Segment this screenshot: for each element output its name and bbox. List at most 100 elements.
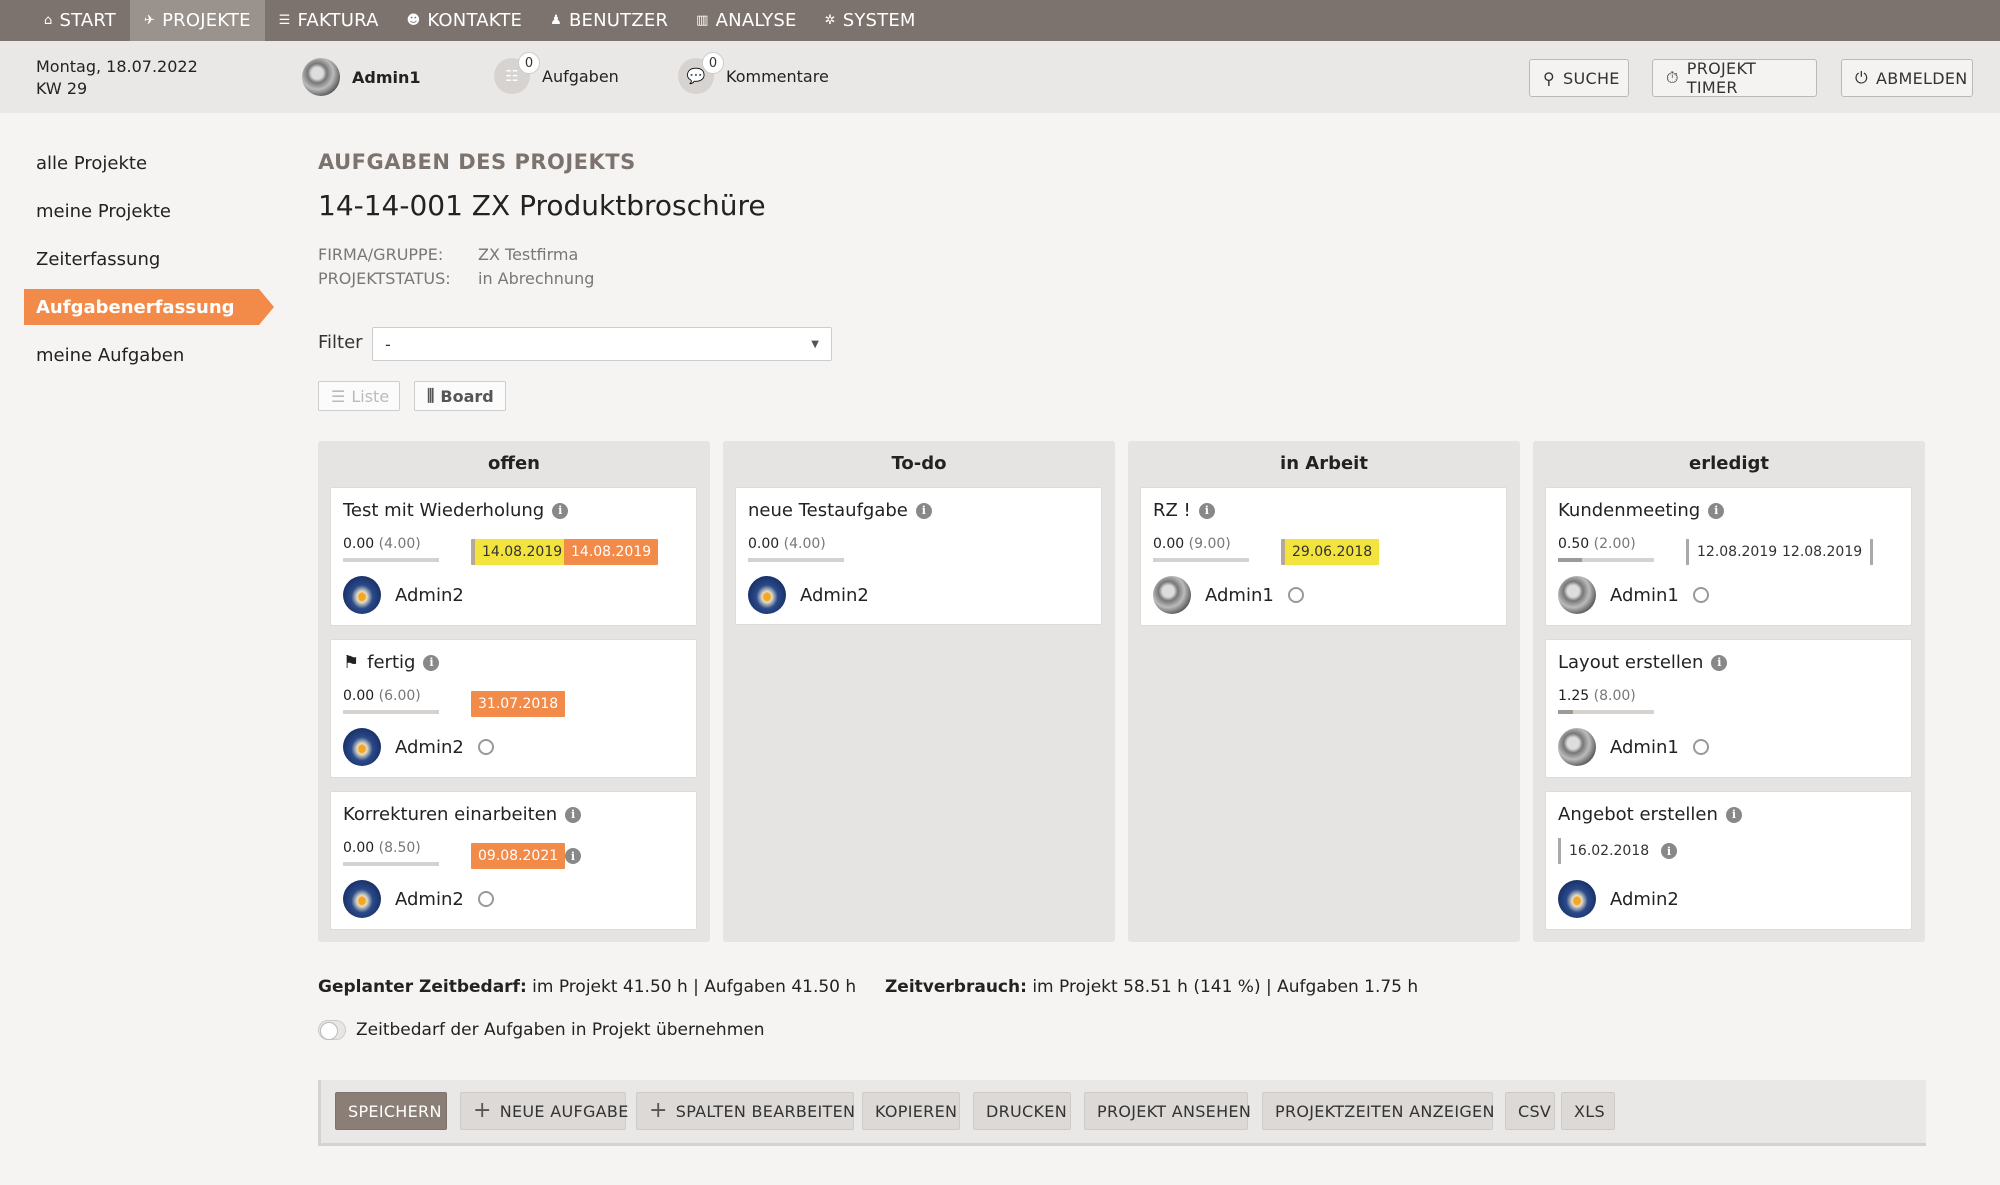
nav-item-system[interactable]: ✲ SYSTEM: [811, 0, 930, 41]
info-icon[interactable]: i: [1661, 843, 1677, 859]
task-card[interactable]: Layout erstellen i 1.25 (8.00) Admin1: [1545, 639, 1912, 778]
task-assignee[interactable]: Admin1: [1558, 576, 1709, 614]
current-date: Montag, 18.07.2022: [36, 57, 198, 76]
firma-label: FIRMA/GRUPPE:: [318, 245, 444, 264]
logout-button[interactable]: ⏻ ABMELDEN: [1841, 59, 1973, 97]
task-card[interactable]: Test mit Wiederholung i 0.00 (4.00) 14.08.2…: [330, 487, 697, 626]
nav-item-faktura[interactable]: ☰ FAKTURA: [265, 0, 393, 41]
info-icon[interactable]: i: [1725, 806, 1742, 823]
project-timer-button[interactable]: ⏱ PROJEKT TIMER: [1652, 59, 1817, 97]
progress-bar: [343, 558, 439, 562]
power-icon: ⏻: [1855, 68, 1868, 87]
nav-item-start[interactable]: ⌂ START: [30, 0, 130, 41]
tasks-indicator[interactable]: ☷ 0 Aufgaben: [494, 52, 619, 94]
new-task-button[interactable]: + NEUE AUFGABE: [460, 1092, 628, 1130]
task-assignee[interactable]: Admin2: [343, 880, 494, 918]
sidebar-item-zeiterfassung[interactable]: Zeiterfassung: [36, 249, 160, 270]
save-button[interactable]: SPEICHERN: [335, 1092, 447, 1130]
info-icon[interactable]: i: [565, 848, 581, 864]
hours-used: 0.00: [343, 840, 375, 856]
info-icon[interactable]: i: [423, 654, 440, 671]
date-badge: 16.02.2018: [1558, 838, 1657, 864]
used-text: im Projekt 58.51 h (141 %) | Aufgaben 1.…: [1032, 977, 1419, 997]
task-title-text[interactable]: Angebot erstellen: [1558, 804, 1718, 825]
assignee-name: Admin1: [1610, 584, 1679, 606]
logout-label: ABMELDEN: [1875, 68, 1968, 88]
view-project-button[interactable]: PROJEKT ANSEHEN: [1084, 1092, 1252, 1130]
show-project-times-button[interactable]: PROJEKTZEITEN ANZEIGEN: [1262, 1092, 1494, 1130]
nav-item-kontakte[interactable]: ☻ KONTAKTE: [393, 0, 537, 41]
planned-text: im Projekt 41.50 h | Aufgaben 41.50 h: [532, 977, 857, 997]
task-title-text[interactable]: Test mit Wiederholung: [343, 500, 544, 521]
task-title-text[interactable]: Korrekturen einarbeiten: [343, 804, 557, 825]
view-project-label: PROJEKT ANSEHEN: [1097, 1101, 1252, 1121]
column-title: To-do: [891, 453, 947, 474]
hours-planned: (4.00): [783, 536, 826, 552]
sidebar-item-aufgabenerfassung[interactable]: Aufgabenerfassung: [24, 289, 274, 325]
info-icon[interactable]: i: [1198, 502, 1215, 519]
user-icon: [477, 739, 494, 755]
task-assignee[interactable]: Admin2: [748, 576, 869, 614]
nav-item-analyse[interactable]: ▥ ANALYSE: [682, 0, 810, 41]
avatar: [1558, 880, 1596, 918]
task-title-text[interactable]: fertig: [367, 652, 415, 673]
task-title-text[interactable]: Layout erstellen: [1558, 652, 1703, 673]
task-assignee[interactable]: Admin2: [343, 576, 464, 614]
nav-item-benutzer[interactable]: ♟ BENUTZER: [536, 0, 682, 41]
sidebar-item-meine-projekte[interactable]: meine Projekte: [36, 201, 171, 222]
filter-select[interactable]: - ▼: [372, 327, 832, 361]
search-icon: ⚲: [1543, 68, 1556, 88]
comments-indicator[interactable]: 💬 0 Kommentare: [678, 52, 829, 94]
progress-bar: [1153, 558, 1249, 562]
search-button[interactable]: ⚲ SUCHE: [1529, 59, 1629, 97]
task-assignee[interactable]: Admin2: [343, 728, 494, 766]
task-card[interactable]: RZ ! i 0.00 (9.00) 29.06.2018 Admin1: [1140, 487, 1507, 626]
sub-header: Montag, 18.07.2022 KW 29 Admin1 ☷ 0 Aufga…: [0, 41, 2000, 113]
chart-icon: ▥: [696, 13, 709, 28]
avatar: [1153, 576, 1191, 614]
task-title-text[interactable]: neue Testaufgabe: [748, 500, 908, 521]
gear-icon: ✲: [824, 13, 836, 28]
current-user[interactable]: Admin1: [302, 58, 421, 96]
info-icon[interactable]: i: [1708, 502, 1725, 519]
sidebar-item-meine-aufgaben[interactable]: meine Aufgaben: [36, 345, 184, 366]
tasks-icon: ☷ 0: [494, 52, 540, 94]
progress-bar: [1558, 710, 1654, 714]
board-column: To-do neue Testaufgabe i 0.00 (4.00) Admin2: [723, 441, 1115, 942]
nav-item-projekte[interactable]: ✈ PROJEKTE: [129, 0, 265, 41]
list-view-button[interactable]: ☰ Liste: [318, 381, 400, 411]
task-card[interactable]: neue Testaufgabe i 0.00 (4.00) Admin2: [735, 487, 1102, 625]
xls-button[interactable]: XLS: [1561, 1092, 1615, 1130]
avatar: [1558, 576, 1596, 614]
task-assignee[interactable]: Admin1: [1153, 576, 1304, 614]
plus-icon: +: [649, 1098, 668, 1123]
hours-used: 1.25: [1558, 688, 1590, 704]
adopt-time-toggle[interactable]: [318, 1020, 346, 1040]
due-date-badge: 14.08.2019: [471, 539, 570, 565]
task-card[interactable]: Angebot erstellen i 16.02.2018 i Admin2: [1545, 791, 1912, 930]
task-assignee[interactable]: Admin2: [1558, 880, 1679, 918]
info-icon[interactable]: i: [1711, 654, 1728, 671]
task-title-text[interactable]: Kundenmeeting: [1558, 500, 1700, 521]
info-icon[interactable]: i: [565, 806, 582, 823]
hours-used: 0.00: [1153, 536, 1185, 552]
copy-button[interactable]: KOPIEREN: [862, 1092, 960, 1130]
task-title-text[interactable]: RZ !: [1153, 500, 1191, 521]
comment-icon: 💬 0: [678, 52, 724, 94]
list-view-label: Liste: [351, 386, 390, 406]
sidebar-item-alle-projekte[interactable]: alle Projekte: [36, 153, 147, 174]
info-icon[interactable]: i: [915, 502, 932, 519]
task-card[interactable]: Korrekturen einarbeiten i 0.00 (8.50) 09.08…: [330, 791, 697, 930]
hours-used: 0.50: [1558, 536, 1590, 552]
info-icon[interactable]: i: [552, 502, 569, 519]
task-card[interactable]: ⚑ fertig i 0.00 (6.00) 31.07.2018 Admin2: [330, 639, 697, 778]
csv-button[interactable]: CSV: [1505, 1092, 1555, 1130]
task-title: RZ ! i: [1153, 500, 1215, 521]
hours-used: 0.00: [748, 536, 780, 552]
task-assignee[interactable]: Admin1: [1558, 728, 1709, 766]
edit-columns-button[interactable]: + SPALTEN BEARBEITEN: [636, 1092, 855, 1130]
board-column: offen Test mit Wiederholung i 0.00 (4.00) 14…: [318, 441, 710, 942]
board-view-button[interactable]: ⫼ Board: [414, 381, 506, 411]
task-card[interactable]: Kundenmeeting i 0.50 (2.00) 12.08.2019 12.08…: [1545, 487, 1912, 626]
print-button[interactable]: DRUCKEN: [973, 1092, 1071, 1130]
